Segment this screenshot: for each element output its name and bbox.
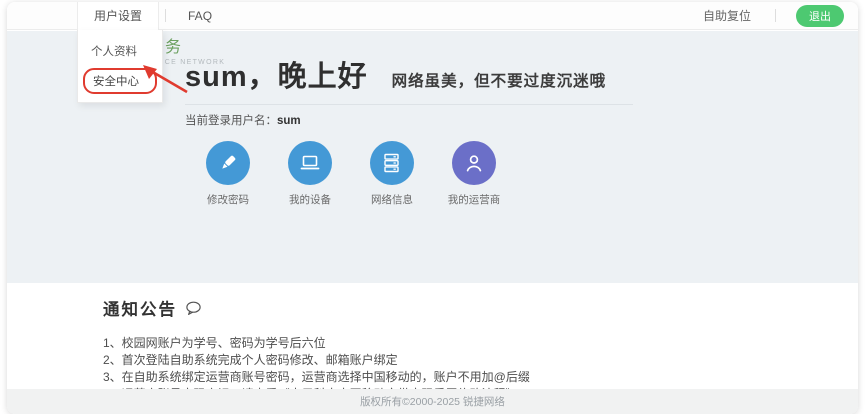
- notice-item: 3、在自助系统绑定运营商账号密码，运营商选择中国移动的，账户不用加@后缀: [103, 369, 858, 386]
- dropdown-item-security-center[interactable]: 安全中心: [83, 68, 157, 94]
- notices-section: 通知公告 1、校园网账户为学号、密码为学号后六位 2、首次登陆自助系统完成个人密…: [7, 283, 858, 391]
- greeting-text: sum，晚上好: [185, 53, 368, 95]
- hero-content: sum，晚上好 网络虽美，但不要过度沉迷哦 当前登录用户名：sum: [185, 53, 655, 207]
- greeting-line: sum，晚上好 网络虽美，但不要过度沉迷哦: [185, 53, 655, 95]
- action-my-carrier[interactable]: 我的运营商: [433, 141, 515, 207]
- action-label: 修改密码: [207, 192, 249, 207]
- notices-title: 通知公告: [103, 296, 177, 320]
- person-icon: [452, 141, 496, 185]
- menubar-divider: [165, 9, 166, 22]
- self-reset-link[interactable]: 自助复位: [685, 7, 769, 24]
- greeting-divider: [185, 104, 633, 105]
- footer: 版权所有©2000-2025 锐捷网络: [7, 389, 858, 414]
- action-label: 我的运营商: [448, 192, 501, 207]
- action-my-devices[interactable]: 我的设备: [269, 141, 351, 207]
- notice-item: 1、校园网账户为学号、密码为学号后六位: [103, 335, 858, 352]
- user-settings-dropdown: 个人资料 安全中心: [77, 30, 163, 103]
- current-user-line: 当前登录用户名：sum: [185, 112, 655, 128]
- laptop-icon: [288, 141, 332, 185]
- action-label: 网络信息: [371, 192, 413, 207]
- quick-actions: 修改密码 我的设备: [187, 141, 655, 207]
- speech-bubble-icon: [185, 301, 202, 316]
- pen-icon: [206, 141, 250, 185]
- top-menubar: 用户设置 FAQ 自助复位 退出: [7, 2, 858, 30]
- current-user-value: sum: [277, 115, 301, 127]
- action-change-password[interactable]: 修改密码: [187, 141, 269, 207]
- menubar-divider-right: [775, 9, 776, 22]
- screenshot-viewport: 用户设置 FAQ 自助复位 退出 自助服务 SELF-SERVICE NETWO…: [0, 0, 865, 414]
- action-label: 我的设备: [289, 192, 331, 207]
- notice-item: 2、首次登陆自助系统完成个人密码修改、邮箱账户绑定: [103, 352, 858, 369]
- current-user-label: 当前登录用户名：: [185, 115, 277, 127]
- portal-window: 用户设置 FAQ 自助复位 退出 自助服务 SELF-SERVICE NETWO…: [7, 2, 858, 414]
- copyright-text: 版权所有©2000-2025 锐捷网络: [360, 394, 505, 409]
- menu-faq[interactable]: FAQ: [172, 2, 228, 30]
- motto-text: 网络虽美，但不要过度沉迷哦: [392, 69, 607, 91]
- dropdown-item-profile[interactable]: 个人资料: [78, 36, 162, 66]
- logout-button[interactable]: 退出: [796, 5, 844, 27]
- menu-user-settings[interactable]: 用户设置: [77, 2, 159, 30]
- action-network-info[interactable]: 网络信息: [351, 141, 433, 207]
- notices-heading: 通知公告: [103, 296, 858, 320]
- server-icon: [370, 141, 414, 185]
